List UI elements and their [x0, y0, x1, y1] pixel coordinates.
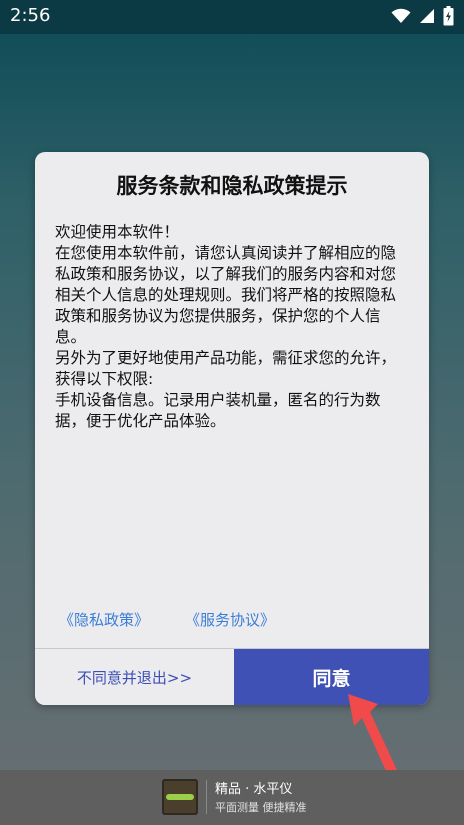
status-bar: 2:56 — [0, 0, 464, 34]
banner-content: 精品 · 水平仪 平面测量 便捷精准 — [162, 778, 307, 815]
service-agreement-link[interactable]: 《服务协议》 — [185, 609, 275, 630]
banner-text: 精品 · 水平仪 平面测量 便捷精准 — [215, 778, 307, 815]
dialog-title: 服务条款和隐私政策提示 — [116, 174, 348, 198]
level-app-logo-icon — [162, 778, 198, 815]
status-icons — [391, 6, 454, 26]
signal-icon — [420, 9, 434, 23]
banner-separator — [206, 779, 207, 814]
privacy-policy-link[interactable]: 《隐私政策》 — [59, 609, 149, 630]
banner-title: 精品 · 水平仪 — [215, 782, 293, 797]
dialog-body-text: 欢迎使用本软件！ 在您使用本软件前，请您认真阅读并了解相应的隐私政策和服务协议，… — [55, 223, 397, 430]
wifi-icon — [391, 8, 411, 23]
privacy-dialog: 服务条款和隐私政策提示 欢迎使用本软件！ 在您使用本软件前，请您认真阅读并了解相… — [35, 152, 429, 705]
battery-icon — [443, 6, 454, 26]
disagree-exit-button[interactable]: 不同意并退出>> — [35, 649, 234, 705]
policy-links: 《隐私政策》 《服务协议》 — [59, 609, 275, 630]
bottom-ad-banner[interactable]: 精品 · 水平仪 平面测量 便捷精准 — [0, 770, 464, 825]
banner-subtitle: 平面测量 便捷精准 — [215, 801, 307, 814]
status-time: 2:56 — [10, 5, 51, 26]
